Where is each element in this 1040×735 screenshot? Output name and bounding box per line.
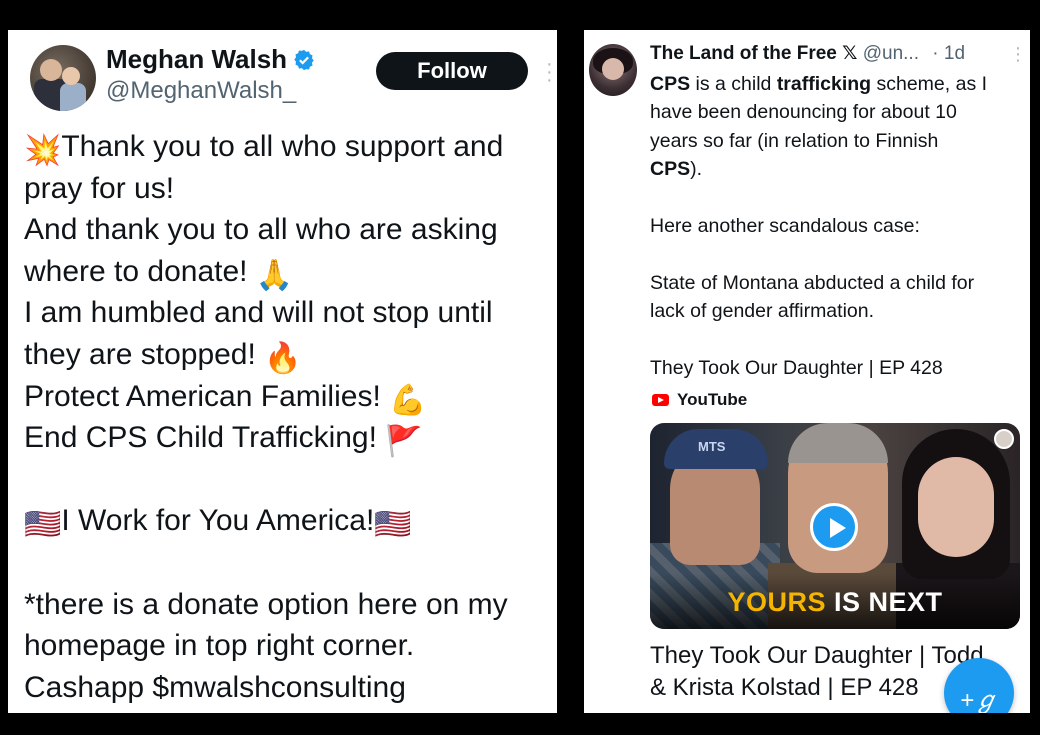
- land-of-the-free-avatar[interactable]: [589, 44, 637, 96]
- compose-feather-icon: +ℊ: [959, 687, 998, 713]
- collision-emoji-icon: 💥: [24, 134, 62, 167]
- tweet-line: CPS is a child trafficking scheme, as I: [650, 73, 988, 95]
- tweet-header: The Land of the Free 𝕏 @un... · 1d: [650, 42, 965, 65]
- tweet-line: Cashapp $mwalshconsulting: [24, 670, 406, 704]
- author-name[interactable]: The Land of the Free: [650, 43, 837, 64]
- right-tweet-card: The Land of the Free 𝕏 @un... · 1d ⋮ CPS…: [584, 30, 1030, 713]
- tweet-line: lack of gender affirmation.: [650, 300, 875, 323]
- author-handle[interactable]: @MeghanWalsh_: [106, 77, 296, 105]
- more-dots-icon[interactable]: ⋮: [1009, 44, 1027, 65]
- post-age[interactable]: · 1d: [932, 43, 965, 64]
- tweet-line: And thank you to all who are asking: [24, 213, 498, 247]
- youtube-logo-icon: [652, 394, 669, 406]
- play-button-icon[interactable]: [810, 503, 858, 551]
- tweet-line: State of Montana abducted a child for: [650, 271, 975, 294]
- meghan-walsh-avatar[interactable]: [30, 45, 96, 111]
- tweet-line: where to donate! 🙏: [24, 251, 554, 293]
- video-thumbnail[interactable]: MTS YOURS IS NEXT: [650, 423, 1020, 629]
- tweet-line: Protect American Families! 💪: [24, 376, 554, 418]
- flexed-bicep-emoji-icon: 💪: [389, 383, 427, 417]
- us-flag-emoji-icon: 🇺🇸: [24, 508, 62, 542]
- x-logo-icon: 𝕏: [842, 43, 858, 64]
- fire-emoji-icon: 🔥: [264, 341, 302, 375]
- tweet-line: years so far (in relation to Finnish: [650, 129, 939, 152]
- thumbnail-caption: YOURS IS NEXT: [727, 587, 943, 617]
- tweet-line: I am humbled and will not stop until: [24, 296, 493, 330]
- verified-badge-icon: [294, 49, 314, 71]
- tweet-text: CPS is a child trafficking scheme, as I …: [650, 70, 1026, 382]
- tweet-text: 💥Thank you to all who support and pray f…: [24, 126, 554, 708]
- tweet-line: Here another scandalous case:: [650, 214, 920, 237]
- tweet-line: they are stopped! 🔥: [24, 334, 554, 376]
- tweet-line: End CPS Child Trafficking! 🚩: [24, 417, 554, 459]
- left-tweet-card: Meghan Walsh @MeghanWalsh_ Follow · · · 💥T…: [8, 30, 557, 713]
- channel-badge-icon: [994, 429, 1014, 449]
- follow-button[interactable]: Follow: [376, 52, 528, 90]
- praying-hands-emoji-icon: 🙏: [255, 258, 294, 292]
- tweet-line: pray for us!: [24, 171, 175, 205]
- tweet-line: They Took Our Daughter | EP 428: [650, 356, 943, 379]
- tweet-line: 💥Thank you to all who support and: [24, 126, 554, 168]
- tweet-line: have been denouncing for about 10: [650, 101, 957, 124]
- author-handle[interactable]: @un...: [863, 43, 919, 64]
- author-name[interactable]: Meghan Walsh: [106, 44, 315, 75]
- link-source[interactable]: YouTube: [652, 390, 747, 410]
- tweet-line: homepage in top right corner.: [24, 629, 415, 663]
- red-flag-emoji-icon: 🚩: [385, 425, 423, 459]
- more-dots-icon[interactable]: · · ·: [546, 54, 553, 90]
- us-flag-emoji-icon: 🇺🇸: [374, 508, 412, 542]
- tweet-line: *there is a donate option here on my: [24, 587, 508, 621]
- tweet-line: CPS).: [650, 158, 703, 181]
- cap-logo: MTS: [664, 429, 768, 469]
- tweet-line: 🇺🇸I Work for You America!🇺🇸: [24, 500, 554, 542]
